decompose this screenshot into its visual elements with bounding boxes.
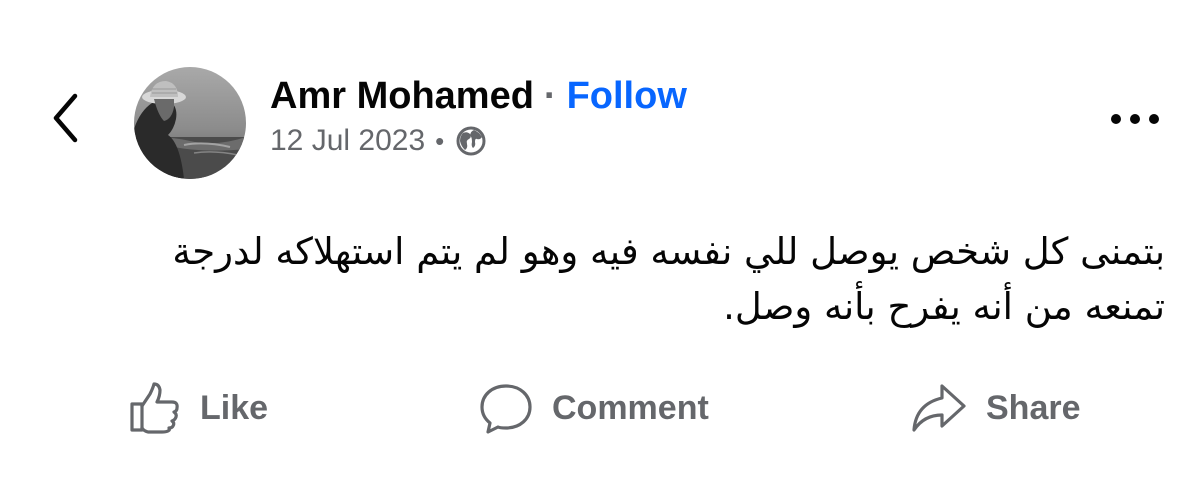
comment-button[interactable]: Comment — [478, 376, 709, 440]
globe-icon — [454, 124, 488, 158]
thumbs-up-icon — [126, 380, 182, 436]
follow-button[interactable]: Follow — [567, 72, 687, 120]
back-button[interactable] — [40, 88, 90, 152]
share-arrow-icon — [910, 380, 968, 436]
comment-bubble-icon — [478, 380, 534, 436]
like-button[interactable]: Like — [126, 376, 268, 440]
post-date[interactable]: 12 Jul 2023 — [270, 124, 425, 158]
share-label: Share — [986, 388, 1081, 427]
share-button[interactable]: Share — [910, 376, 1081, 440]
post-body-text: بتمنى كل شخص يوصل للي نفسه فيه وهو لم يت… — [172, 230, 1165, 328]
author-name[interactable]: Amr Mohamed — [270, 72, 534, 120]
avatar[interactable] — [134, 67, 246, 179]
like-label: Like — [200, 388, 269, 427]
comment-label: Comment — [552, 388, 709, 427]
meta-separator: • — [435, 125, 445, 156]
name-separator: · — [543, 75, 557, 117]
chevron-left-icon — [48, 90, 82, 151]
more-dots-icon — [1110, 112, 1160, 130]
more-options-button[interactable] — [1104, 104, 1166, 138]
